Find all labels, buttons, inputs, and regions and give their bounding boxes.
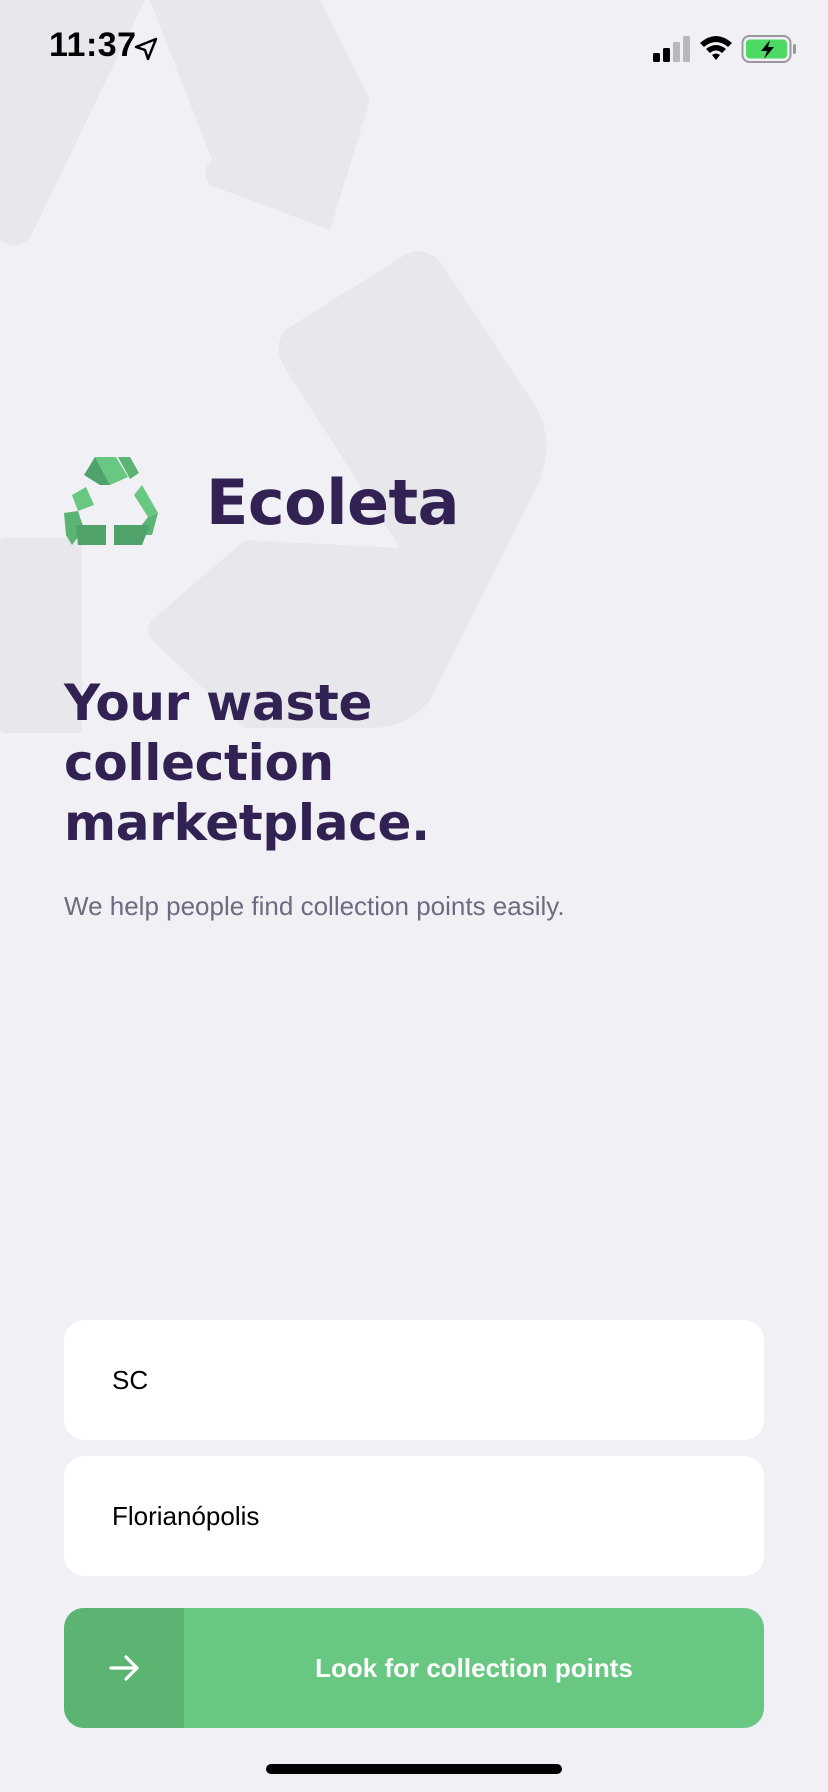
uf-select-value: SC — [112, 1364, 149, 1395]
city-select-value: Florianópolis — [112, 1500, 260, 1531]
wifi-icon — [700, 36, 732, 60]
arrow-right-icon — [109, 1655, 139, 1681]
city-select[interactable]: Florianópolis — [64, 1456, 764, 1576]
location-arrow-icon — [134, 37, 158, 61]
search-points-button[interactable]: Look for collection points — [64, 1608, 764, 1728]
search-button-label: Look for collection points — [315, 1652, 633, 1683]
recycle-icon — [64, 457, 158, 545]
app-name: Ecoleta — [206, 465, 459, 539]
home-screen: 11:37 Ecoleta Your waste collection mark… — [0, 0, 828, 1792]
status-time: 11:37 — [49, 26, 137, 64]
battery-charging-icon — [741, 35, 796, 63]
uf-select[interactable]: SC — [64, 1320, 764, 1440]
cellular-signal-icon — [653, 36, 690, 62]
hero-title: Your waste collection marketplace. — [64, 674, 430, 852]
app-logo: Ecoleta — [62, 455, 459, 549]
search-button-icon-box — [64, 1608, 184, 1728]
home-indicator[interactable] — [266, 1764, 562, 1774]
hero-subtitle: We help people find collection points ea… — [64, 891, 565, 921]
status-bar: 11:37 — [0, 0, 828, 100]
